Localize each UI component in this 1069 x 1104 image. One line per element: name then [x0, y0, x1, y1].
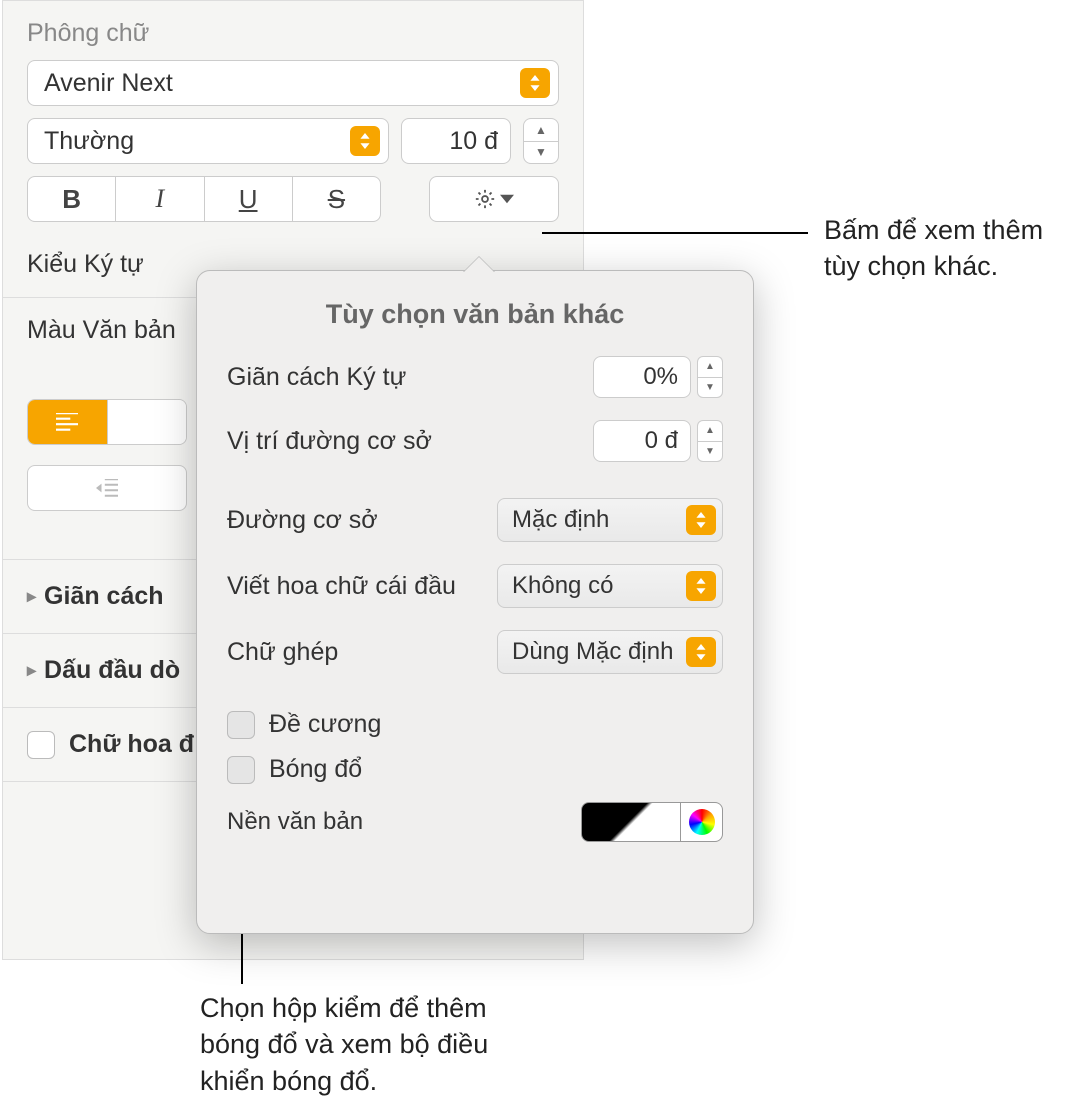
callout-gear: Bấm để xem thêm tùy chọn khác.	[824, 212, 1064, 285]
updown-icon	[686, 637, 716, 667]
shadow-row: Bóng đổ	[227, 755, 723, 784]
gear-icon	[474, 188, 496, 210]
stepper-up-icon[interactable]: ▲	[523, 118, 559, 141]
char-spacing-field[interactable]: 0%	[593, 356, 691, 398]
bullets-label: Dấu đầu dò	[44, 656, 180, 685]
color-well[interactable]	[581, 802, 681, 842]
underline-button[interactable]: U	[205, 177, 293, 221]
outdent-button[interactable]	[28, 466, 186, 510]
baseline-dropdown[interactable]: Mặc định	[497, 498, 723, 542]
stepper-up-icon[interactable]: ▲	[697, 420, 723, 441]
baseline-shift-stepper[interactable]: ▲ ▼	[697, 420, 723, 462]
updown-icon	[350, 126, 380, 156]
baseline-shift-value: 0 đ	[645, 427, 678, 455]
strike-button[interactable]: S	[293, 177, 380, 221]
callout-shadow: Chọn hộp kiểm để thêm bóng đổ và xem bộ …	[200, 990, 540, 1099]
capitalization-dropdown[interactable]: Không có	[497, 564, 723, 608]
ligatures-dropdown[interactable]: Dùng Mặc định	[497, 630, 723, 674]
baseline-value: Mặc định	[512, 506, 609, 534]
text-background-color	[581, 802, 723, 842]
advanced-options-popover: Tùy chọn văn bản khác Giãn cách Ký tự 0%…	[196, 270, 754, 934]
capitalization-value: Không có	[512, 572, 613, 600]
baseline-label: Đường cơ sở	[227, 506, 378, 535]
align-left-button[interactable]	[28, 400, 108, 444]
dropcap-label: Chữ hoa đ	[69, 730, 194, 759]
outline-row: Đề cương	[227, 710, 723, 739]
stepper-down-icon[interactable]: ▼	[697, 441, 723, 463]
chevron-right-icon: ▸	[27, 586, 36, 607]
bold-button[interactable]: B	[28, 177, 116, 221]
font-section-title: Phông chữ	[27, 19, 559, 48]
align-center-button[interactable]	[108, 400, 187, 444]
font-family-dropdown[interactable]: Avenir Next	[27, 60, 559, 106]
advanced-options-button[interactable]	[429, 176, 559, 222]
text-background-label: Nền văn bản	[227, 808, 363, 836]
indent-segment	[27, 465, 187, 511]
typeface-value: Thường	[44, 127, 134, 156]
outline-label: Đề cương	[269, 710, 381, 739]
popover-title: Tùy chọn văn bản khác	[227, 299, 723, 330]
spacing-label: Giãn cách	[44, 582, 164, 611]
updown-icon	[686, 505, 716, 535]
char-spacing-label: Giãn cách Ký tự	[227, 363, 406, 392]
callout-line	[542, 232, 808, 234]
font-size-value: 10 đ	[449, 127, 498, 156]
updown-icon	[686, 571, 716, 601]
baseline-shift-field[interactable]: 0 đ	[593, 420, 691, 462]
stepper-down-icon[interactable]: ▼	[523, 141, 559, 165]
dropcap-checkbox[interactable]	[27, 731, 55, 759]
chevron-right-icon: ▸	[27, 660, 36, 681]
updown-icon	[520, 68, 550, 98]
capitalization-label: Viết hoa chữ cái đầu	[227, 572, 456, 601]
color-picker-button[interactable]	[681, 802, 723, 842]
italic-button[interactable]: I	[116, 177, 204, 221]
ligatures-value: Dùng Mặc định	[512, 638, 673, 666]
stepper-up-icon[interactable]: ▲	[697, 356, 723, 377]
outdent-icon	[96, 479, 118, 497]
color-wheel-icon	[689, 809, 715, 835]
char-spacing-value: 0%	[643, 363, 678, 391]
typeface-dropdown[interactable]: Thường	[27, 118, 389, 164]
font-size-field[interactable]: 10 đ	[401, 118, 511, 164]
shadow-checkbox[interactable]	[227, 756, 255, 784]
chevron-down-icon	[500, 194, 514, 204]
font-family-value: Avenir Next	[44, 69, 173, 98]
baseline-shift-label: Vị trí đường cơ sở	[227, 427, 432, 456]
stepper-down-icon[interactable]: ▼	[697, 377, 723, 399]
char-spacing-stepper[interactable]: ▲ ▼	[697, 356, 723, 398]
outline-checkbox[interactable]	[227, 711, 255, 739]
ligatures-label: Chữ ghép	[227, 638, 338, 667]
shadow-label: Bóng đổ	[269, 755, 362, 784]
font-size-stepper[interactable]: ▲ ▼	[523, 118, 559, 164]
align-left-icon	[56, 413, 78, 431]
style-segment: B I U S	[27, 176, 381, 222]
alignment-segment	[27, 399, 187, 445]
